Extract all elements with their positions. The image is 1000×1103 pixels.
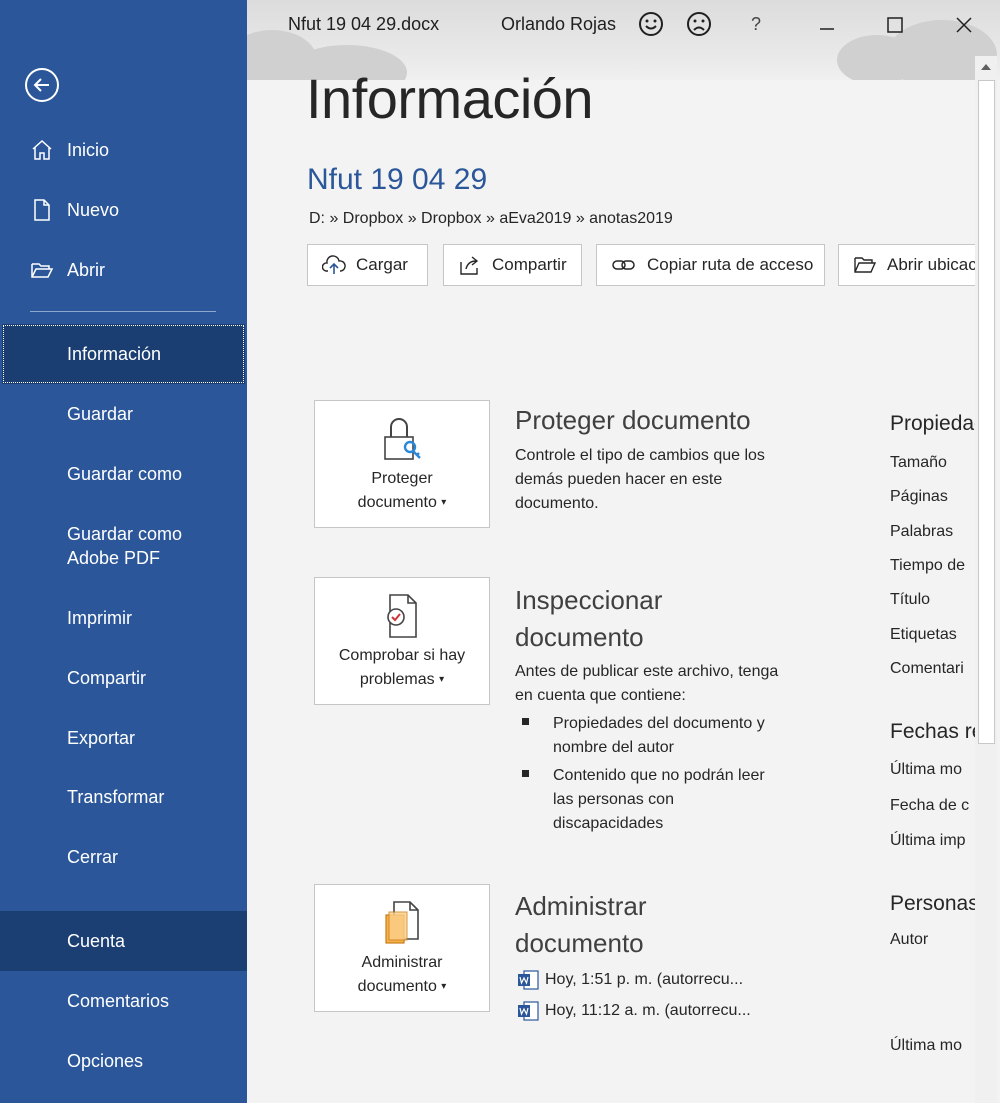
- property-label: Tamaño: [890, 454, 947, 471]
- properties-clip: Propiedades Tamaño Páginas Palabras Tiem…: [0, 0, 975, 1103]
- date-label: Última imp: [890, 832, 966, 849]
- people-label: Autor: [890, 931, 929, 948]
- property-label: Comentari: [890, 660, 964, 677]
- date-label: Fecha de c: [890, 797, 970, 814]
- dates-header: Fechas re: [890, 720, 975, 743]
- property-label: Páginas: [890, 488, 948, 505]
- property-label: Título: [890, 591, 931, 608]
- last-modified-label: Última mo: [890, 1037, 963, 1054]
- people-header: Personas: [890, 892, 975, 915]
- property-label: Palabras: [890, 523, 954, 540]
- scrollbar-thumb[interactable]: [978, 80, 995, 744]
- property-label: Tiempo de: [890, 557, 965, 574]
- property-label: Etiquetas: [890, 626, 957, 643]
- date-label: Última mo: [890, 761, 963, 778]
- properties-header[interactable]: Propiedades: [890, 412, 975, 436]
- vertical-scrollbar[interactable]: [975, 56, 997, 1103]
- scroll-up-icon[interactable]: [975, 56, 997, 78]
